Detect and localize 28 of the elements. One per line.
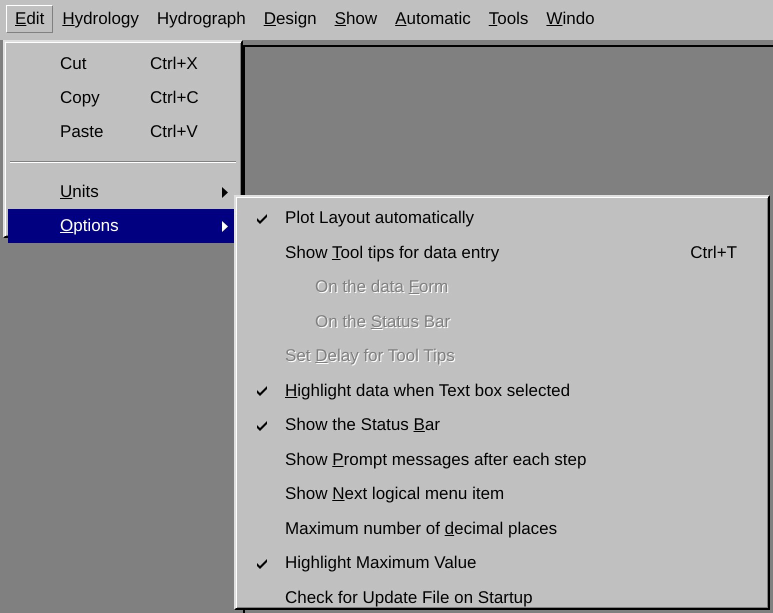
submenu-arrow-icon	[222, 220, 228, 232]
menu-item[interactable]: Highlight data when Text box selected	[239, 374, 765, 408]
menu-bar-item[interactable]: Tools	[480, 5, 538, 33]
menu-item[interactable]: Cut Ctrl+X	[8, 47, 238, 81]
menu-item[interactable]: Maximum number of decimal places	[239, 512, 765, 546]
menu-bar-item[interactable]: Hydrograph	[148, 5, 255, 33]
menu-item[interactable]: Check for Update File on Startup	[239, 580, 765, 613]
menu-item[interactable]: Paste Ctrl+V	[8, 115, 238, 149]
menu-item[interactable]: Copy Ctrl+C	[8, 81, 238, 115]
checkmark-icon	[256, 558, 268, 569]
checkmark-icon	[256, 420, 268, 431]
menu-bar-item[interactable]: Hydrology	[53, 5, 148, 33]
menu-bar-item[interactable]: Show	[326, 5, 386, 33]
submenu-arrow-icon	[222, 186, 228, 198]
menu-item[interactable]: Show the Status Bar	[239, 408, 765, 442]
menu-item[interactable]: Show Tool tips for data entry Ctrl+T	[239, 236, 765, 270]
menu-bar-item[interactable]: Automatic	[386, 5, 480, 33]
checkmark-icon	[256, 212, 268, 224]
menu-item[interactable]: Units	[8, 175, 238, 209]
menu-bar-item[interactable]: Design	[254, 5, 326, 33]
menu-bar-item[interactable]: Edit	[6, 5, 54, 33]
menu-item[interactable]: Show Next logical menu item	[239, 477, 765, 512]
menu-item[interactable]: Show Prompt messages after each step	[239, 442, 765, 477]
menu-item[interactable]: Plot Layout automatically	[239, 201, 765, 236]
shortcut-label: Ctrl+T	[690, 242, 738, 263]
checkmark-icon	[256, 385, 268, 396]
menu-item[interactable]: Highlight Maximum Value	[239, 546, 765, 580]
menu-bar-item[interactable]: Windo	[537, 5, 604, 33]
